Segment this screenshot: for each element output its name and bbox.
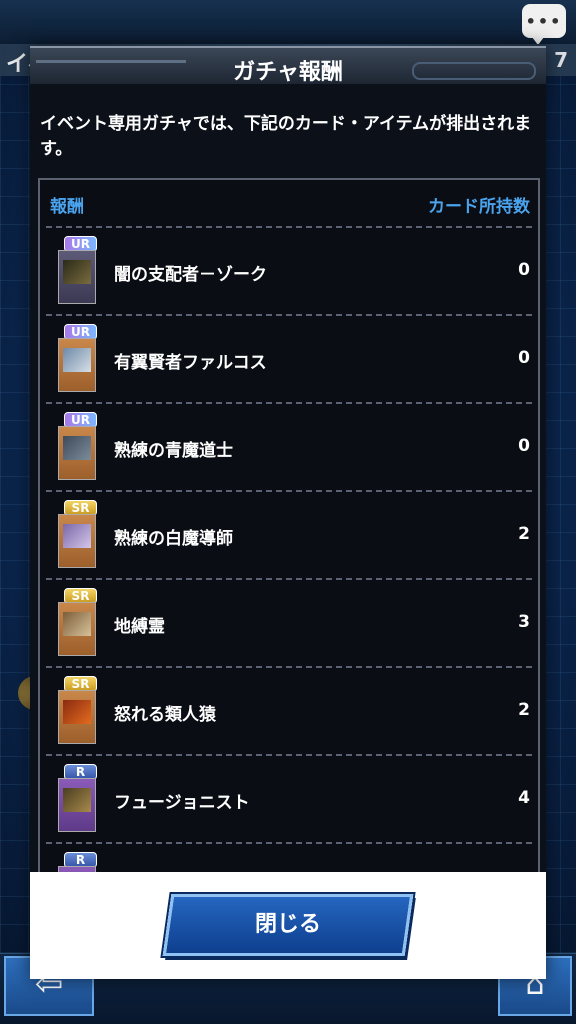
card-owned-count: 0 [518,436,530,456]
reward-row[interactable]: SR 地縛霊 3 [46,578,532,666]
card-name: 地縛霊 [114,617,165,637]
card-owned-count: 3 [518,612,530,632]
card-owned-count: 0 [518,348,530,368]
card-thumbnail [58,602,96,656]
card-owned-count: 0 [518,260,530,280]
chat-bubble-icon: ••• [525,12,563,31]
card-name: 闇の支配者－ゾーク [114,265,267,285]
reward-row[interactable]: UR 熟練の青魔道士 0 [46,402,532,490]
card-name: 有翼賢者ファルコス [114,353,267,373]
chat-button[interactable]: ••• [522,4,566,45]
card-owned-count: 4 [518,788,530,808]
dialog-description: イベント専用ガチャでは、下記のカード・アイテムが排出されます。 [40,114,532,159]
owned-count-column-label: カード所持数 [428,197,530,217]
card-name: 怒れる類人猿 [114,705,216,725]
card-name: 熟練の青魔道士 [114,441,233,461]
reward-list-header: 報酬 カード所持数 [40,180,538,226]
card-name: 熟練の白魔導師 [114,529,233,549]
card-thumbnail [58,426,96,480]
card-owned-count: 2 [518,524,530,544]
card-name: フュージョニスト [114,793,250,813]
card-thumbnail [58,778,96,832]
dialog-title: ガチャ報酬 [233,60,343,85]
reward-column-label: 報酬 [50,197,84,217]
close-button[interactable]: 閉じる [162,894,414,956]
dialog-footer: 閉じる [30,872,546,979]
reward-row[interactable]: R [46,842,532,874]
card-thumbnail [58,250,96,304]
card-thumbnail [58,514,96,568]
reward-row[interactable]: SR 熟練の白魔導師 2 [46,490,532,578]
reward-list[interactable]: 報酬 カード所持数 UR 闇の支配者－ゾーク 0 UR 有翼賢者ファルコス 0 … [38,178,540,874]
gacha-reward-dialog: ガチャ報酬 イベント専用ガチャでは、下記のカード・アイテムが排出されます。 報酬… [30,46,546,979]
background-number: 7 [554,48,568,72]
reward-row[interactable]: UR 闇の支配者－ゾーク 0 [46,226,532,314]
card-owned-count: 2 [518,700,530,720]
card-thumbnail [58,338,96,392]
reward-row[interactable]: SR 怒れる類人猿 2 [46,666,532,754]
top-bar [0,0,576,45]
dialog-header: ガチャ報酬 [30,46,546,86]
reward-row[interactable]: R フュージョニスト 4 [46,754,532,842]
reward-row[interactable]: UR 有翼賢者ファルコス 0 [46,314,532,402]
card-thumbnail [58,690,96,744]
close-button-label: 閉じる [254,912,321,937]
